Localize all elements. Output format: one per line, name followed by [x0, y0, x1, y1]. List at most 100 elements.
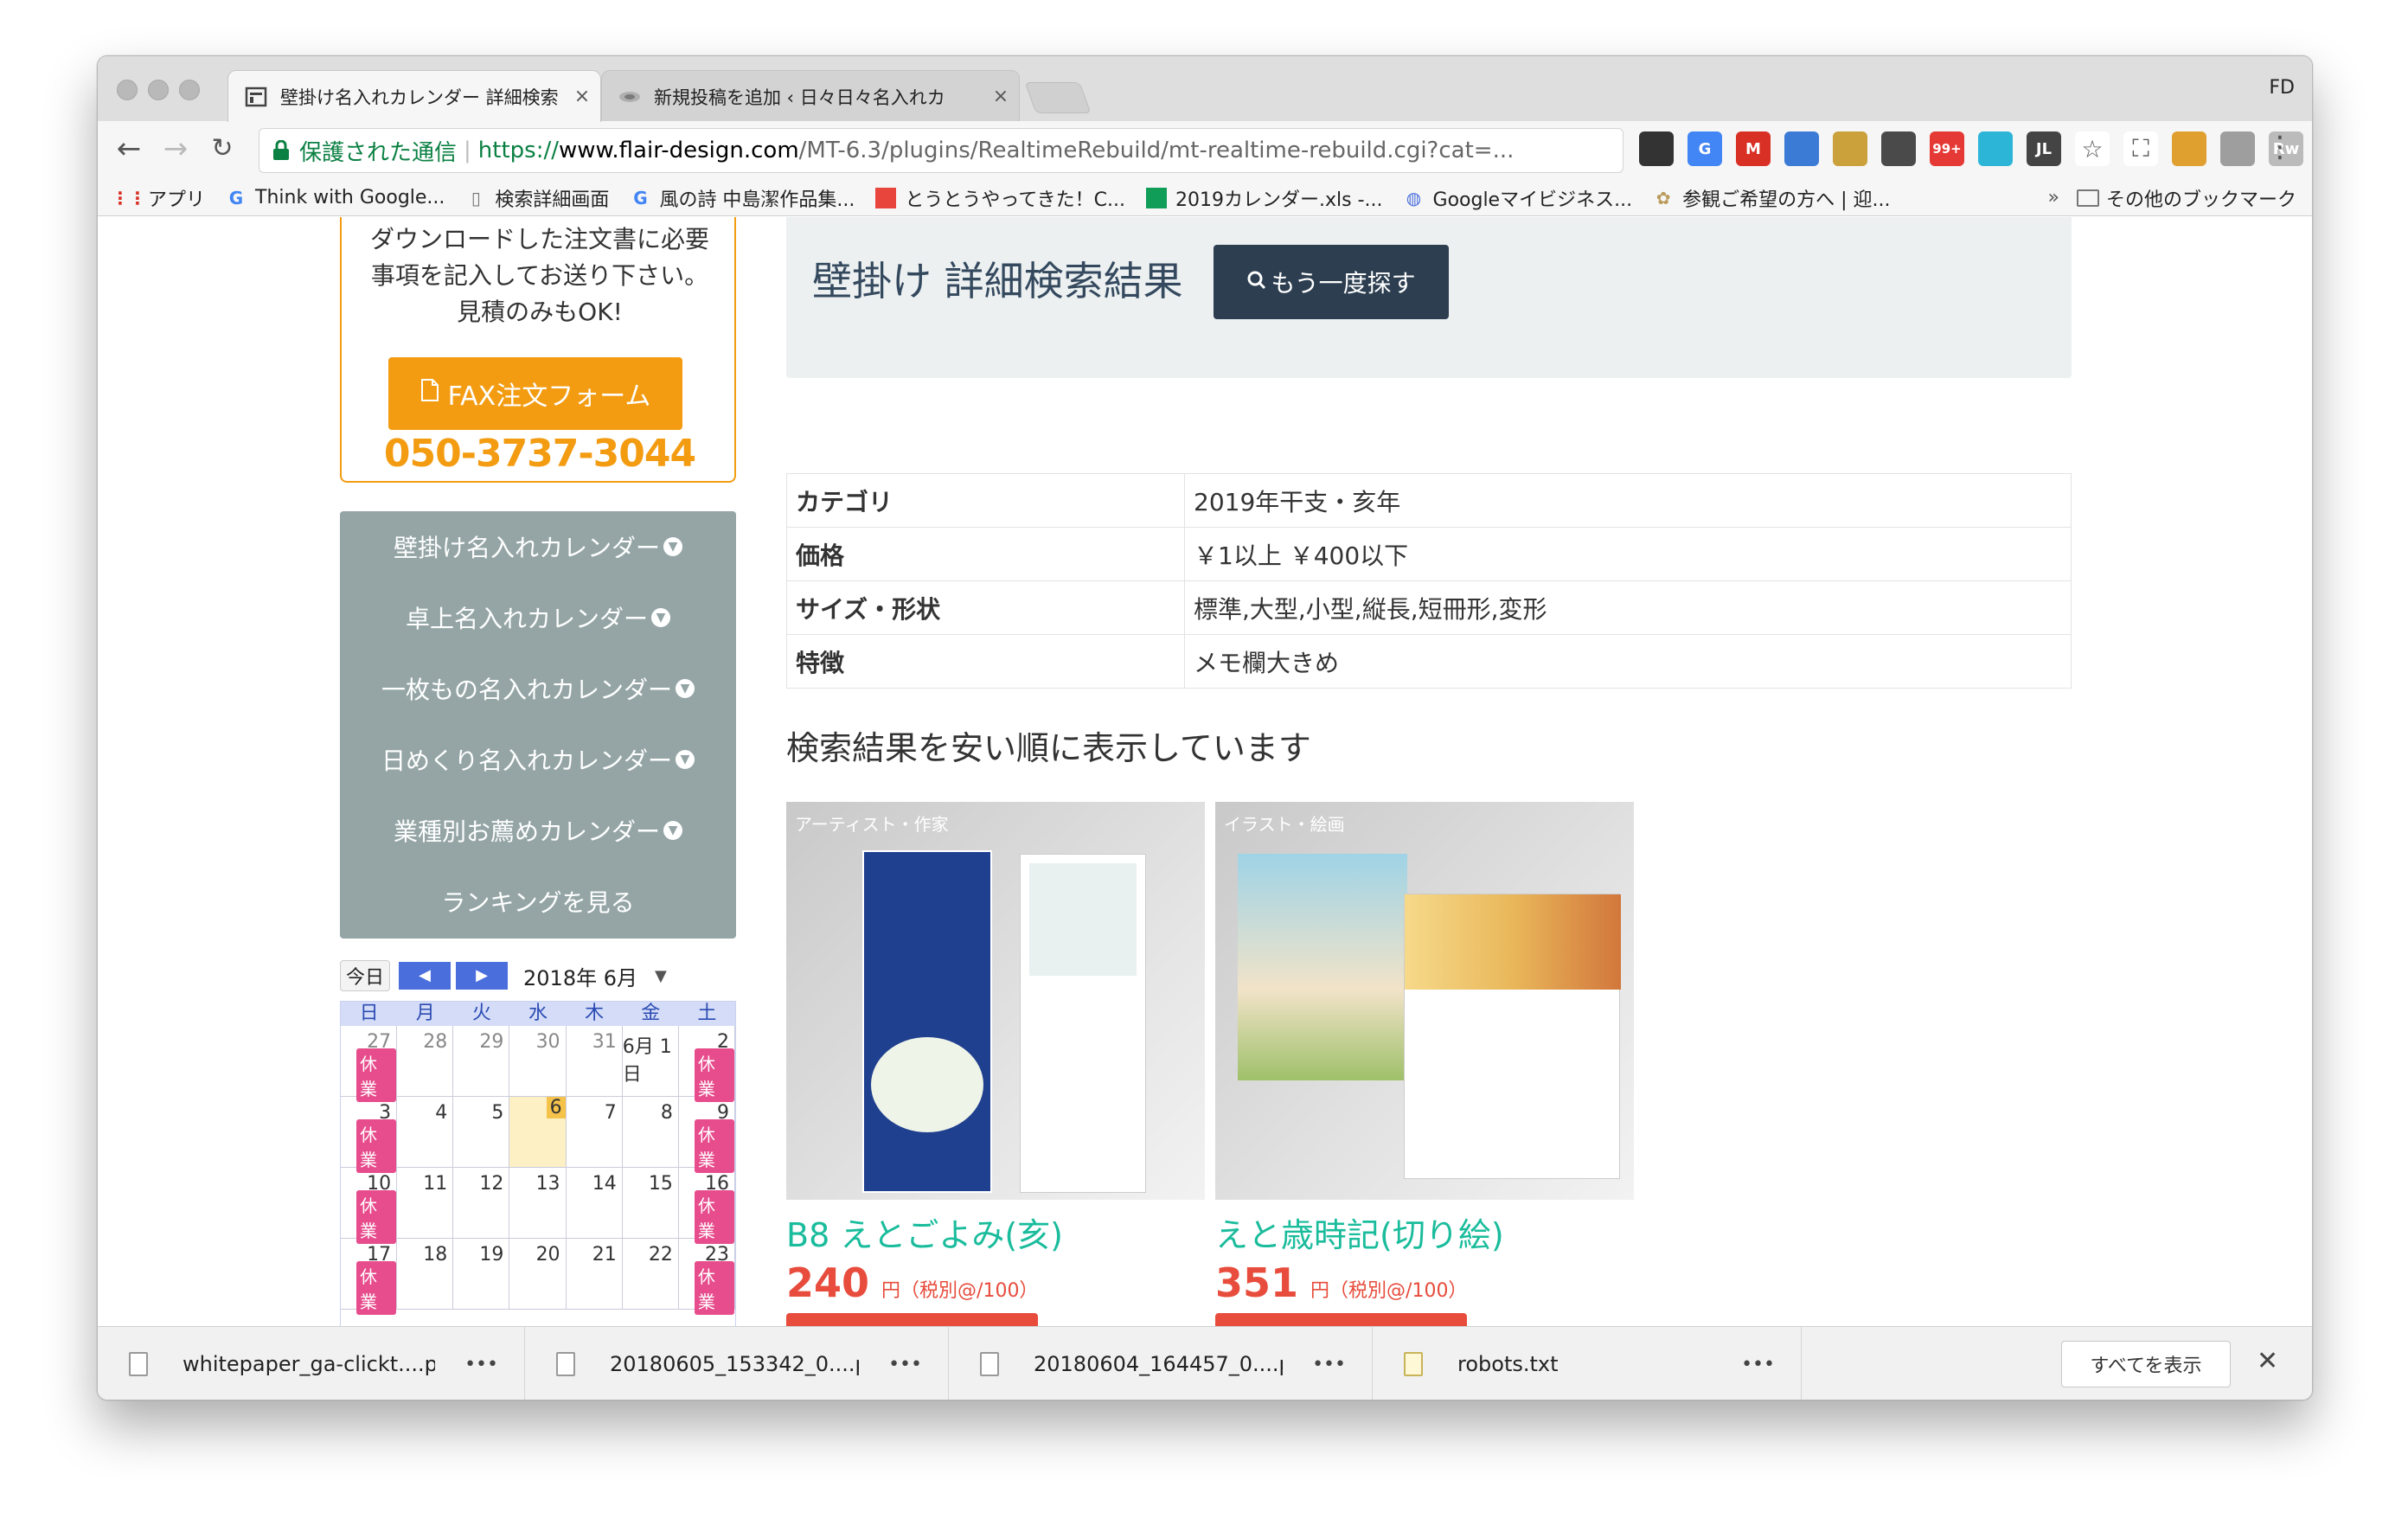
- forward-icon[interactable]: →: [158, 131, 193, 166]
- calendar-day[interactable]: 18: [397, 1239, 454, 1310]
- bookmark-item[interactable]: ▯ 検索詳細画面: [465, 184, 610, 212]
- calendar-today-button[interactable]: 今日: [340, 960, 391, 991]
- product-image[interactable]: イラスト・絵画: [1215, 802, 1634, 1200]
- calendar-day[interactable]: 20: [509, 1239, 567, 1310]
- star-icon[interactable]: ☆: [2075, 131, 2110, 166]
- gmail-icon[interactable]: M: [1736, 131, 1771, 166]
- google-translate-icon[interactable]: G: [1688, 131, 1722, 166]
- back-icon[interactable]: ←: [112, 131, 146, 166]
- calendar-day[interactable]: 27 休業: [341, 1026, 398, 1102]
- product-card[interactable]: アーティスト・作家 B8 えとごよみ(亥)240 円（税別@/100） 6月中はさらに…: [786, 802, 1205, 1326]
- calendar-day[interactable]: 8: [622, 1097, 679, 1168]
- screenshot-icon[interactable]: ⛶: [2123, 131, 2158, 166]
- calendar-day[interactable]: 4: [397, 1097, 454, 1168]
- reload-icon[interactable]: ↻: [205, 131, 240, 166]
- product-card[interactable]: イラスト・絵画えと歳時記(切り絵)351 円（税別@/100） 6月中はさらにお得に…: [1215, 802, 1634, 1326]
- calendar-day[interactable]: 13: [509, 1168, 567, 1239]
- other-bookmarks[interactable]: その他のブックマーク: [2106, 184, 2296, 212]
- category-menu-item[interactable]: 壁掛け名入れカレンダー ▼: [340, 511, 736, 582]
- calendar-day[interactable]: 11: [397, 1168, 454, 1239]
- download-item[interactable]: 20180605_153342_0....pdf •••: [525, 1326, 949, 1400]
- category-menu-item[interactable]: 一枚もの名入れカレンダー ▼: [340, 653, 736, 724]
- calendar-day[interactable]: 3 休業: [341, 1097, 398, 1173]
- download-item[interactable]: whitepaper_ga-clickt....pdf •••: [98, 1326, 525, 1400]
- ext-12-icon[interactable]: [2172, 131, 2206, 166]
- bookmark-item[interactable]: ◍ Googleマイビジネス...: [1404, 184, 1632, 212]
- zoom-window-icon[interactable]: [179, 80, 200, 100]
- bookmarks-overflow-icon[interactable]: »: [2048, 187, 2059, 208]
- tab-close-icon[interactable]: ×: [988, 86, 1014, 107]
- bookmark-item[interactable]: 2019カレンダー.xls -...: [1146, 184, 1383, 212]
- calendar-day[interactable]: 30: [509, 1026, 567, 1097]
- calendar-day[interactable]: 5: [453, 1097, 510, 1168]
- calendar-day[interactable]: 6: [509, 1097, 567, 1168]
- search-again-button[interactable]: もう一度探す: [1214, 245, 1449, 319]
- calendar-day[interactable]: 15: [622, 1168, 679, 1239]
- bookmark-item[interactable]: ⋮⋮ アプリ: [112, 184, 205, 212]
- calendar-day[interactable]: 7: [566, 1097, 623, 1168]
- calendar-day[interactable]: 16 休業: [678, 1168, 735, 1244]
- calendar-day[interactable]: 17 休業: [341, 1239, 398, 1315]
- category-menu-item[interactable]: 日めくり名入れカレンダー ▼: [340, 724, 736, 795]
- close-window-icon[interactable]: [117, 80, 138, 100]
- address-bar[interactable]: 保護された通信 | https:// www.flair-design.com …: [259, 128, 1623, 173]
- calendar-week: 3 休業 4 5 6 7 8 9 休業: [341, 1097, 735, 1173]
- download-more-icon[interactable]: •••: [1741, 1354, 1775, 1375]
- deal-button[interactable]: 6月中はさらにお得に: [1215, 1313, 1467, 1326]
- calendar-day[interactable]: 2 休業: [678, 1026, 735, 1102]
- phone-number[interactable]: 050-3737-3044: [342, 432, 738, 476]
- calendar-prev-button[interactable]: ◀: [399, 962, 452, 990]
- calendar-day[interactable]: 19: [453, 1239, 510, 1310]
- download-more-icon[interactable]: •••: [1312, 1354, 1346, 1375]
- bookmark-item[interactable]: とうとうやってきた！C...: [875, 184, 1125, 212]
- notifications-icon[interactable]: 99+: [1930, 131, 1964, 166]
- product-title[interactable]: えと歳時記(切り絵): [1215, 1208, 1634, 1256]
- ext-8-icon[interactable]: [1978, 131, 2013, 166]
- download-more-icon[interactable]: •••: [464, 1354, 498, 1375]
- condition-key: 価格: [786, 527, 1185, 581]
- calendar-day[interactable]: 9 休業: [678, 1097, 735, 1173]
- calendar-next-button[interactable]: ▶: [456, 962, 509, 990]
- tab-active[interactable]: 壁掛け名入れカレンダー 詳細検索 ×: [227, 70, 601, 122]
- category-menu-item[interactable]: 卓上名入れカレンダー ▼: [340, 582, 736, 653]
- calendar-day[interactable]: 28: [397, 1026, 454, 1097]
- tab-close-icon[interactable]: ×: [569, 86, 595, 107]
- minimize-window-icon[interactable]: [148, 80, 169, 100]
- bookmark-item[interactable]: G Think with Google...: [226, 184, 445, 212]
- product-title[interactable]: B8 えとごよみ(亥): [786, 1208, 1205, 1256]
- deal-button[interactable]: 6月中はさらにお得に: [786, 1313, 1038, 1326]
- calendar-day[interactable]: 22: [622, 1239, 679, 1310]
- ext-13-icon[interactable]: [2220, 131, 2255, 166]
- close-download-bar-icon[interactable]: ✕: [2257, 1346, 2278, 1376]
- ext-9-icon[interactable]: JL: [2027, 131, 2061, 166]
- download-item[interactable]: robots.txt •••: [1373, 1326, 1802, 1400]
- calendar-day[interactable]: 14: [566, 1168, 623, 1239]
- fax-order-button[interactable]: FAX注文フォーム: [388, 357, 682, 430]
- evernote-icon[interactable]: [1881, 131, 1916, 166]
- download-item[interactable]: 20180604_164457_0....pdf •••: [949, 1326, 1373, 1400]
- browser-menu-icon[interactable]: ⋮: [2265, 130, 2295, 164]
- calendar-day[interactable]: 23 休業: [678, 1239, 735, 1315]
- calendar-day[interactable]: 31: [566, 1026, 623, 1097]
- bookmark-item[interactable]: ✿ 参観ご希望の方へ | 迎...: [1653, 184, 1891, 212]
- tab-inactive[interactable]: 新規投稿を追加 ‹ 日々日々名入れカ ×: [601, 70, 1020, 122]
- calendar-day[interactable]: 6月 1日: [622, 1026, 679, 1097]
- download-more-icon[interactable]: •••: [888, 1354, 922, 1375]
- calendar-day[interactable]: 12: [453, 1168, 510, 1239]
- product-image[interactable]: アーティスト・作家: [786, 802, 1205, 1200]
- bookmarks-bar: ⋮⋮ アプリ G Think with Google... ▯ 検索詳細画面 G 風の詩 中島…: [98, 180, 2312, 216]
- category-menu-item[interactable]: ランキングを見る: [340, 866, 736, 937]
- new-tab-button[interactable]: [1024, 82, 1092, 113]
- category-menu-item[interactable]: 業種別お薦めカレンダー ▼: [340, 795, 736, 866]
- ext-5-icon[interactable]: [1833, 131, 1867, 166]
- ext-1-icon[interactable]: [1639, 131, 1674, 166]
- profile-label[interactable]: FD: [2269, 77, 2295, 99]
- calendar-day[interactable]: 10 休業: [341, 1168, 398, 1244]
- title-bar: 壁掛け名入れカレンダー 詳細検索 × 新規投稿を追加 ‹ 日々日々名入れカ × …: [98, 56, 2312, 122]
- bookmark-item[interactable]: G 風の詩 中島潔作品集...: [630, 184, 855, 212]
- show-all-downloads-button[interactable]: すべてを表示: [2061, 1341, 2231, 1387]
- calendar-day[interactable]: 21: [566, 1239, 623, 1310]
- calendar-dropdown-icon[interactable]: ▼: [655, 967, 667, 985]
- ext-4-icon[interactable]: [1784, 131, 1819, 166]
- calendar-day[interactable]: 29: [453, 1026, 510, 1097]
